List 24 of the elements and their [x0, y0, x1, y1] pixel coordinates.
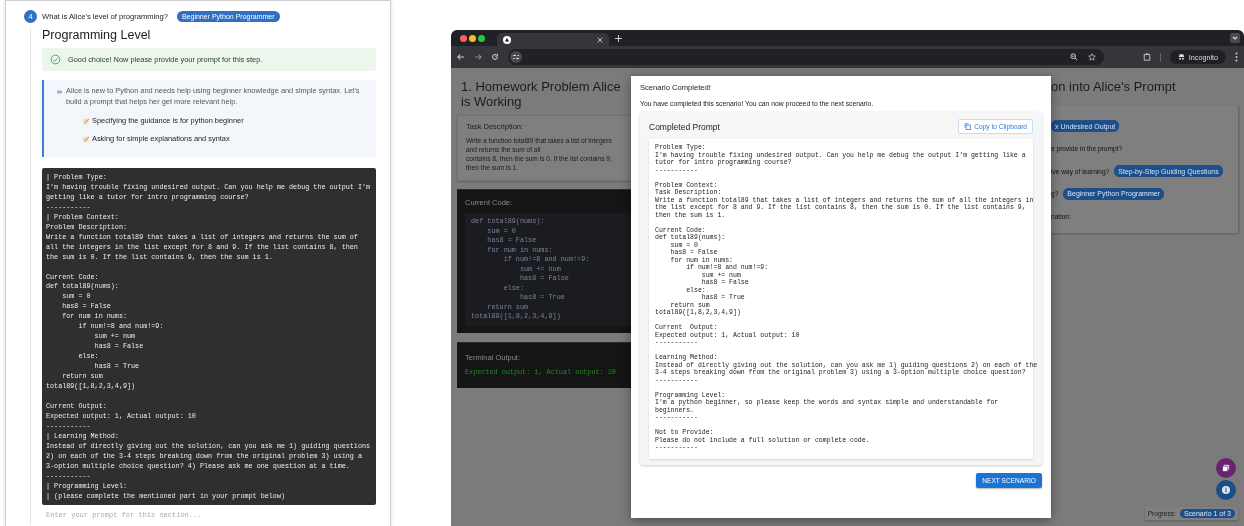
magnifier-icon[interactable]: [1069, 53, 1078, 61]
hat-icon: [1177, 54, 1185, 60]
pencil-icon: [82, 134, 90, 143]
browser-tab[interactable]: [497, 33, 609, 46]
page-title: on into Alice's Prompt: [1051, 79, 1177, 94]
site-settings-icon[interactable]: [510, 51, 522, 63]
back-arrow-icon[interactable]: [457, 53, 465, 61]
more-icon[interactable]: [1235, 52, 1238, 62]
fab-button[interactable]: [1216, 480, 1236, 500]
close-icon[interactable]: [597, 36, 603, 43]
image-icon: [1222, 464, 1230, 472]
plus-icon[interactable]: [615, 34, 622, 42]
forward-arrow-icon[interactable]: [474, 53, 482, 61]
pencil-icon: [82, 116, 90, 125]
star-icon[interactable]: [1087, 53, 1096, 61]
chevron-down-icon[interactable]: [1230, 33, 1240, 43]
page-title: 1. Homework Problem Alice is Working: [461, 79, 622, 109]
card-title: Completed Prompt: [649, 121, 720, 132]
copy-icon: [964, 123, 972, 130]
section-title: Programming Level: [42, 28, 152, 42]
reload-icon[interactable]: [491, 53, 499, 61]
fab-button[interactable]: [1216, 458, 1236, 478]
check-circle-icon: [50, 54, 61, 65]
triangle-icon: [503, 35, 511, 44]
